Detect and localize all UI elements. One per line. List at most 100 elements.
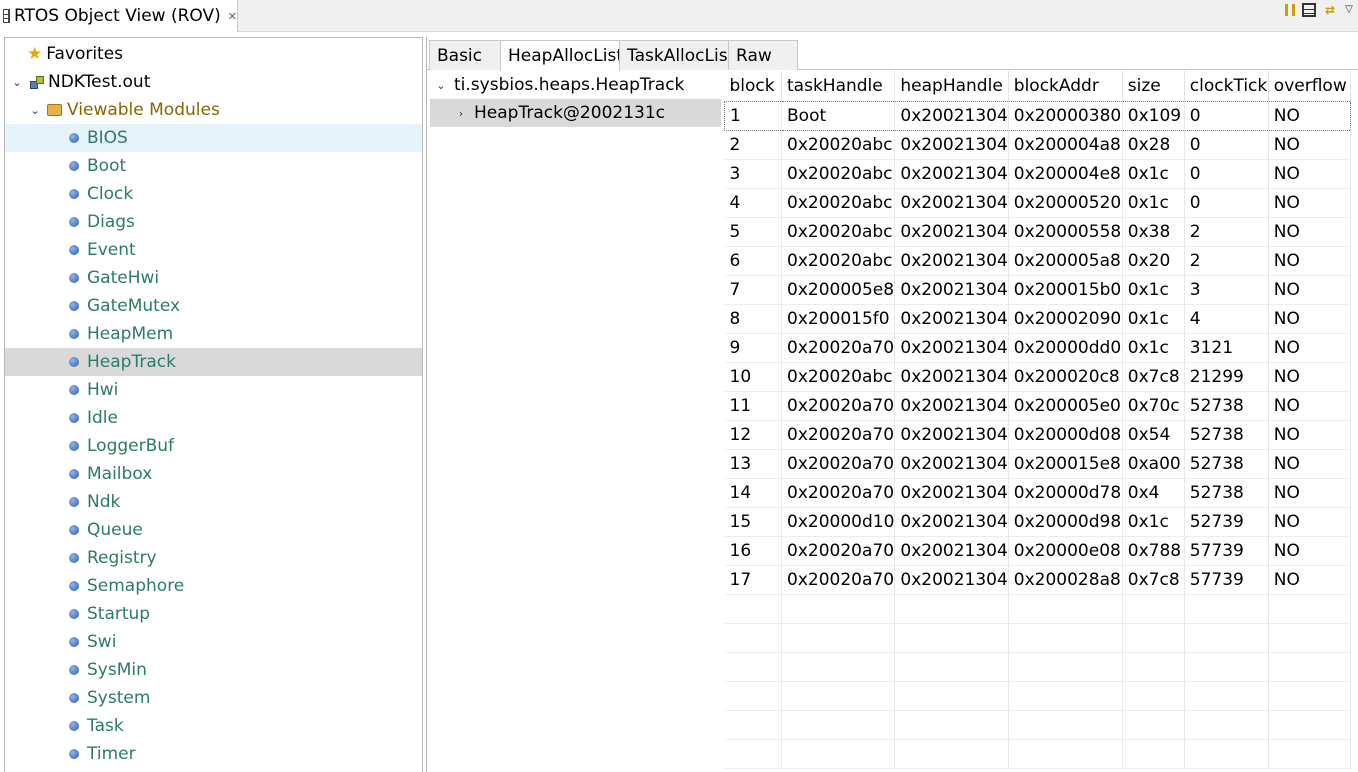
table-row[interactable]: 1 Boot 0x20021304 0x20000380 0x109 0 NO bbox=[724, 100, 1351, 131]
table-cell-overflow: NO bbox=[1268, 449, 1351, 479]
column-header-size[interactable]: size bbox=[1122, 71, 1185, 101]
instance-module-node[interactable]: ⌄ ti.sysbios.heaps.HeapTrack bbox=[430, 71, 721, 99]
tree-item-heapmem[interactable]: HeapMem bbox=[5, 320, 422, 348]
tree-item-swi[interactable]: Swi bbox=[5, 628, 422, 656]
tree-item-sysmin[interactable]: SysMin bbox=[5, 656, 422, 684]
tree-item-clock[interactable]: Clock bbox=[5, 180, 422, 208]
empty-cell bbox=[894, 681, 1009, 711]
tree-item-gatehwi[interactable]: GateHwi bbox=[5, 264, 422, 292]
table-cell-blockaddr: 0x20000dd0 bbox=[1008, 333, 1123, 363]
column-header-block[interactable]: block bbox=[724, 71, 782, 101]
table-cell-block: 8 bbox=[724, 304, 782, 334]
table-cell-size: 0x38 bbox=[1122, 217, 1185, 247]
tree-item-program[interactable]: ⌄ NDKTest.out bbox=[5, 68, 422, 96]
table-row[interactable]: 2 0x20020abc 0x20021304 0x200004a8 0x28 0 NO bbox=[724, 130, 1351, 160]
film-icon[interactable] bbox=[1302, 3, 1316, 17]
table-row[interactable]: 10 0x20020abc 0x20021304 0x200020c8 0x7c8 212… bbox=[724, 362, 1351, 392]
column-header-taskhandle[interactable]: taskHandle bbox=[781, 71, 896, 101]
instance-tree: ⌄ ti.sysbios.heaps.HeapTrack › HeapTrack… bbox=[427, 71, 723, 772]
table-row[interactable]: 4 0x20020abc 0x20021304 0x20000520 0x1c 0 NO bbox=[724, 188, 1351, 218]
tree-item-registry[interactable]: Registry bbox=[5, 544, 422, 572]
tree-item-loggerbuf[interactable]: LoggerBuf bbox=[5, 432, 422, 460]
tree-item-task[interactable]: Task bbox=[5, 712, 422, 740]
tree-item-event[interactable]: Event bbox=[5, 236, 422, 264]
column-header-overflow[interactable]: overflow bbox=[1268, 71, 1351, 101]
table-row[interactable]: 13 0x20020a70 0x20021304 0x200015e8 0xa00 527… bbox=[724, 449, 1351, 479]
sync-icon[interactable]: ⇄ bbox=[1323, 3, 1337, 17]
tree-item-idle[interactable]: Idle bbox=[5, 404, 422, 432]
close-icon[interactable]: ✕ bbox=[228, 10, 237, 23]
instance-node[interactable]: › HeapTrack@2002131c bbox=[430, 99, 721, 127]
tree-item-mailbox[interactable]: Mailbox bbox=[5, 460, 422, 488]
tree-item-gatemutex[interactable]: GateMutex bbox=[5, 292, 422, 320]
tree-item-heaptrack[interactable]: HeapTrack bbox=[5, 348, 422, 376]
table-cell-clocktick: 0 bbox=[1184, 159, 1269, 189]
chevron-down-icon[interactable]: ⌄ bbox=[10, 76, 24, 89]
table-row[interactable]: 12 0x20020a70 0x20021304 0x20000d08 0x54 5273… bbox=[724, 420, 1351, 450]
table-cell-blockaddr: 0x200020c8 bbox=[1008, 362, 1123, 392]
table-cell-taskhandle: 0x20020abc bbox=[781, 217, 896, 247]
empty-cell bbox=[1268, 594, 1351, 624]
pause-icon[interactable] bbox=[1285, 4, 1295, 16]
tree-item-semaphore[interactable]: Semaphore bbox=[5, 572, 422, 600]
column-header-blockaddr[interactable]: blockAddr bbox=[1008, 71, 1123, 101]
table-cell-heaphandle: 0x20021304 bbox=[894, 565, 1009, 595]
table-cell-clocktick: 2 bbox=[1184, 246, 1269, 276]
table-row[interactable]: 5 0x20020abc 0x20021304 0x20000558 0x38 2 NO bbox=[724, 217, 1351, 247]
table-cell-size: 0x54 bbox=[1122, 420, 1185, 450]
tab-raw[interactable]: Raw bbox=[728, 40, 798, 70]
table-cell-heaphandle: 0x20021304 bbox=[894, 362, 1009, 392]
column-header-heaphandle[interactable]: heapHandle bbox=[894, 71, 1009, 101]
tree-item-timer[interactable]: Timer bbox=[5, 740, 422, 768]
tab-basic[interactable]: Basic bbox=[429, 40, 501, 70]
table-row[interactable]: 9 0x20020a70 0x20021304 0x20000dd0 0x1c 3121 N… bbox=[724, 333, 1351, 363]
rov-view-tab[interactable]: RTOS Object View (ROV) ✕ bbox=[0, 0, 238, 32]
column-header-clocktick[interactable]: clockTick bbox=[1184, 71, 1269, 101]
empty-table-row bbox=[724, 739, 1351, 769]
table-row[interactable]: 7 0x200005e8 0x20021304 0x200015b0 0x1c 3 NO bbox=[724, 275, 1351, 305]
chevron-down-icon[interactable]: ⌄ bbox=[434, 79, 448, 92]
empty-cell bbox=[724, 623, 782, 653]
module-icon bbox=[69, 245, 79, 255]
module-icon bbox=[69, 665, 79, 675]
tree-item-viewable-modules[interactable]: ⌄ Viewable Modules bbox=[5, 96, 422, 124]
table-row[interactable]: 17 0x20020a70 0x20021304 0x200028a8 0x7c8 577… bbox=[724, 565, 1351, 595]
table-row[interactable]: 6 0x20020abc 0x20021304 0x200005a8 0x20 2 NO bbox=[724, 246, 1351, 276]
table-cell-block: 12 bbox=[724, 420, 782, 450]
tree-item-queue[interactable]: Queue bbox=[5, 516, 422, 544]
table-row[interactable]: 11 0x20020a70 0x20021304 0x200005e0 0x70c 527… bbox=[724, 391, 1351, 421]
empty-cell bbox=[894, 652, 1009, 682]
empty-cell bbox=[1008, 652, 1123, 682]
empty-table-row bbox=[724, 652, 1351, 682]
tree-item-hwi[interactable]: Hwi bbox=[5, 376, 422, 404]
table-row[interactable]: 16 0x20020a70 0x20021304 0x20000e08 0x788 577… bbox=[724, 536, 1351, 566]
chevron-right-icon[interactable]: › bbox=[454, 107, 468, 120]
table-row[interactable]: 8 0x200015f0 0x20021304 0x20002090 0x1c 4 NO bbox=[724, 304, 1351, 334]
tree-item-bios[interactable]: BIOS bbox=[5, 124, 422, 152]
table-cell-clocktick: 52738 bbox=[1184, 420, 1269, 450]
table-row[interactable]: 3 0x20020abc 0x20021304 0x200004e8 0x1c 0 NO bbox=[724, 159, 1351, 189]
view-menu-icon[interactable]: ▽ bbox=[1344, 3, 1354, 17]
tree-item-boot[interactable]: Boot bbox=[5, 152, 422, 180]
table-cell-clocktick: 52738 bbox=[1184, 478, 1269, 508]
empty-cell bbox=[1268, 681, 1351, 711]
tab-taskalloclist[interactable]: TaskAllocList bbox=[619, 40, 734, 70]
tab-heapalloclist[interactable]: HeapAllocList bbox=[500, 40, 623, 71]
tree-item-system[interactable]: System bbox=[5, 684, 422, 712]
tree-item-diags[interactable]: Diags bbox=[5, 208, 422, 236]
tree-item-favorites[interactable]: ★ Favorites bbox=[5, 40, 422, 68]
tree-item-ndk[interactable]: Ndk bbox=[5, 488, 422, 516]
tree-item-label: SysMin bbox=[87, 660, 147, 680]
table-cell-overflow: NO bbox=[1268, 478, 1351, 508]
table-row[interactable]: 14 0x20020a70 0x20021304 0x20000d78 0x4 52738… bbox=[724, 478, 1351, 508]
table-cell-taskhandle: 0x200015f0 bbox=[781, 304, 896, 334]
empty-cell bbox=[781, 652, 896, 682]
tree-item-startup[interactable]: Startup bbox=[5, 600, 422, 628]
table-cell-overflow: NO bbox=[1268, 130, 1351, 160]
table-cell-overflow: NO bbox=[1268, 304, 1351, 334]
table-cell-taskhandle: 0x20020a70 bbox=[781, 536, 896, 566]
table-row[interactable]: 15 0x20000d10 0x20021304 0x20000d98 0x1c 5273… bbox=[724, 507, 1351, 537]
table-cell-heaphandle: 0x20021304 bbox=[894, 100, 1009, 131]
tab-label: Raw bbox=[736, 45, 772, 66]
chevron-down-icon[interactable]: ⌄ bbox=[28, 104, 42, 117]
